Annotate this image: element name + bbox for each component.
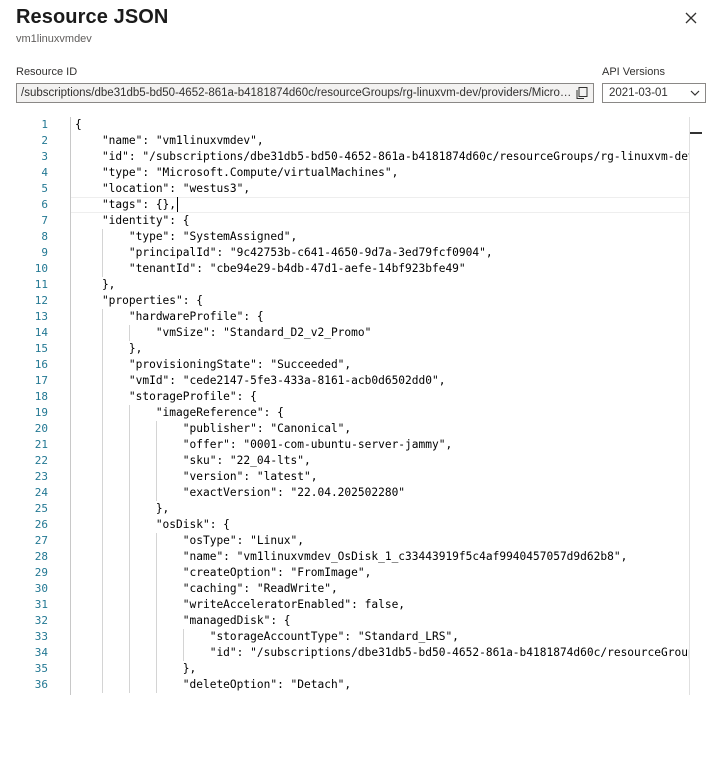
code-line: "sku": "22_04-lts", bbox=[75, 454, 311, 467]
line-number: 5 bbox=[41, 182, 48, 195]
line-number: 18 bbox=[34, 390, 48, 403]
code-line: "vmSize": "Standard_D2_v2_Promo" bbox=[75, 326, 372, 339]
line-number: 13 bbox=[34, 310, 48, 323]
close-button[interactable] bbox=[682, 9, 700, 27]
line-number: 34 bbox=[34, 646, 48, 659]
code-line: "storageProfile": { bbox=[75, 390, 257, 403]
code-line: "version": "latest", bbox=[75, 470, 318, 483]
code-line: { bbox=[75, 118, 82, 131]
code-line: "writeAcceleratorEnabled": false, bbox=[75, 598, 406, 611]
line-number: 1 bbox=[41, 118, 48, 131]
line-number: 21 bbox=[34, 438, 48, 451]
line-number: 8 bbox=[41, 230, 48, 243]
code-line: "type": "Microsoft.Compute/virtualMachin… bbox=[75, 166, 399, 179]
code-line: "managedDisk": { bbox=[75, 614, 291, 627]
code-line: "createOption": "FromImage", bbox=[75, 566, 372, 579]
line-number: 9 bbox=[41, 246, 48, 259]
line-number: 4 bbox=[41, 166, 48, 179]
code-line: "properties": { bbox=[75, 294, 203, 307]
line-number: 28 bbox=[34, 550, 48, 563]
line-number: 27 bbox=[34, 534, 48, 547]
api-version-selected: 2021-03-01 bbox=[609, 87, 668, 99]
code-line: "storageAccountType": "Standard_LRS", bbox=[75, 630, 459, 643]
code-line: "imageReference": { bbox=[75, 406, 284, 419]
code-line: }, bbox=[75, 502, 170, 515]
code-line: "id": "/subscriptions/dbe31db5-bd50-4652… bbox=[75, 150, 689, 163]
code-line: "caching": "ReadWrite", bbox=[75, 582, 338, 595]
text-caret bbox=[177, 197, 179, 212]
code-line: "hardwareProfile": { bbox=[75, 310, 264, 323]
copy-button[interactable] bbox=[573, 84, 591, 102]
chevron-down-icon bbox=[690, 90, 700, 96]
code-line: "location": "westus3", bbox=[75, 182, 251, 195]
code-line: "provisioningState": "Succeeded", bbox=[75, 358, 352, 371]
line-number: 2 bbox=[41, 134, 48, 147]
line-number: 26 bbox=[34, 518, 48, 531]
panel-subtitle: vm1linuxvmdev bbox=[16, 33, 92, 45]
code-line: "principalId": "9c42753b-c641-4650-9d7a-… bbox=[75, 246, 493, 259]
code-line: "type": "SystemAssigned", bbox=[75, 230, 298, 243]
code-line: "tags": {}, bbox=[75, 198, 177, 211]
scrollbar-thumb[interactable] bbox=[690, 132, 702, 134]
line-number: 7 bbox=[41, 214, 48, 227]
line-number-gutter: 1 2 3 4 5 6 7 8 9 10 11 12 13 14 15 16 17 18 19 20 21 22 23 24 2… bbox=[16, 117, 52, 695]
line-number: 33 bbox=[34, 630, 48, 643]
code-line: "exactVersion": "22.04.202502280" bbox=[75, 486, 406, 499]
line-number: 14 bbox=[34, 326, 48, 339]
code-line: "name": "vm1linuxvmdev_OsDisk_1_c3344391… bbox=[75, 550, 628, 563]
line-number: 16 bbox=[34, 358, 48, 371]
line-number: 29 bbox=[34, 566, 48, 579]
line-number: 24 bbox=[34, 486, 48, 499]
line-number: 32 bbox=[34, 614, 48, 627]
line-number: 12 bbox=[34, 294, 48, 307]
code-line: "offer": "0001-com-ubuntu-server-jammy", bbox=[75, 438, 453, 451]
line-number: 17 bbox=[34, 374, 48, 387]
code-area[interactable]: { "name": "vm1linuxvmdev", "id": "/subsc… bbox=[70, 117, 689, 695]
line-number: 11 bbox=[34, 278, 48, 291]
line-number: 30 bbox=[34, 582, 48, 595]
line-number: 23 bbox=[34, 470, 48, 483]
code-line: "osType": "Linux", bbox=[75, 534, 305, 547]
close-icon bbox=[685, 12, 697, 24]
code-line: "id": "/subscriptions/dbe31db5-bd50-4652… bbox=[75, 646, 689, 659]
resource-id-label: Resource ID bbox=[16, 66, 78, 78]
api-versions-label: API Versions bbox=[602, 66, 665, 78]
code-line: "publisher": "Canonical", bbox=[75, 422, 352, 435]
code-line: }, bbox=[75, 278, 116, 291]
line-number: 25 bbox=[34, 502, 48, 515]
code-line: "vmId": "cede2147-5fe3-433a-8161-acb0d65… bbox=[75, 374, 446, 387]
code-line: "name": "vm1linuxvmdev", bbox=[75, 134, 264, 147]
resource-id-value: /subscriptions/dbe31db5-bd50-4652-861a-b… bbox=[21, 87, 573, 99]
copy-icon bbox=[576, 87, 588, 99]
line-number: 19 bbox=[34, 406, 48, 419]
json-editor[interactable]: 1 2 3 4 5 6 7 8 9 10 11 12 13 14 15 16 17 18 19 20 21 22 23 24 2… bbox=[16, 117, 704, 695]
line-number: 36 bbox=[34, 678, 48, 691]
line-number: 6 bbox=[41, 198, 48, 211]
api-versions-dropdown[interactable]: 2021-03-01 bbox=[602, 83, 706, 103]
resource-id-field[interactable]: /subscriptions/dbe31db5-bd50-4652-861a-b… bbox=[16, 83, 594, 103]
code-line: "identity": { bbox=[75, 214, 190, 227]
line-number: 3 bbox=[41, 150, 48, 163]
vertical-scrollbar[interactable] bbox=[690, 117, 704, 695]
panel-title: Resource JSON bbox=[16, 6, 169, 28]
line-number: 22 bbox=[34, 454, 48, 467]
line-number: 10 bbox=[34, 262, 48, 275]
code-line: }, bbox=[75, 662, 197, 675]
code-line: "deleteOption": "Detach", bbox=[75, 678, 352, 691]
line-number: 35 bbox=[34, 662, 48, 675]
line-number: 15 bbox=[34, 342, 48, 355]
code-line: "osDisk": { bbox=[75, 518, 230, 531]
code-line: }, bbox=[75, 342, 143, 355]
line-number: 20 bbox=[34, 422, 48, 435]
line-number: 31 bbox=[34, 598, 48, 611]
code-line: "tenantId": "cbe94e29-b4db-47d1-aefe-14b… bbox=[75, 262, 466, 275]
